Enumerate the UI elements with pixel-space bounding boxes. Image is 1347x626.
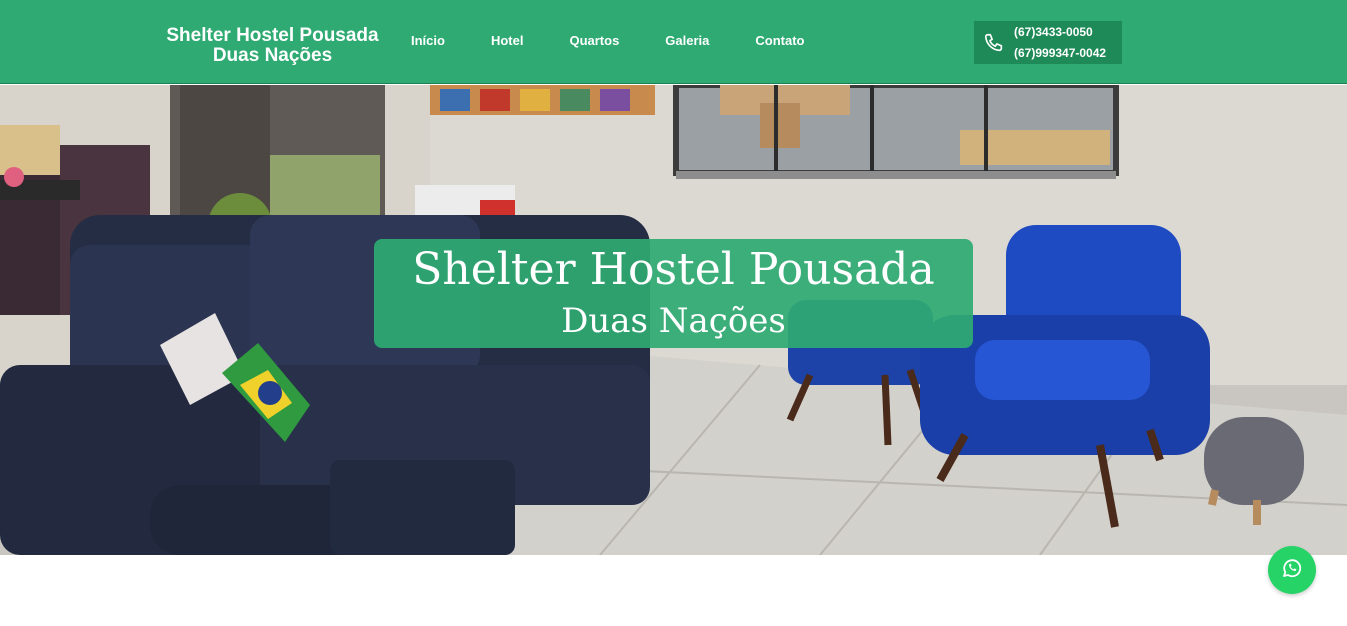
phone-numbers: (67)3433-0050 (67)999347-0042 [1014,22,1106,64]
site-logo-link[interactable]: Shelter Hostel Pousada Duas Nações [160,26,385,66]
brand-line-2: Duas Nações [212,45,333,66]
nav-hotel[interactable]: Hotel [491,33,524,48]
phone-contact-box[interactable]: (67)3433-0050 (67)999347-0042 [974,21,1122,64]
nav-galeria[interactable]: Galeria [665,33,709,48]
page: Shelter Hostel Pousada Duas Nações Iníci… [0,0,1347,626]
brand-line-1: Shelter Hostel Pousada [166,25,379,46]
nav-inicio[interactable]: Início [411,33,445,48]
whatsapp-button[interactable] [1268,546,1316,594]
hero-title: Shelter Hostel Pousada [412,244,935,295]
hero-subtitle: Duas Nações [561,301,786,341]
phone-number-1[interactable]: (67)3433-0050 [1014,22,1106,43]
nav-contato[interactable]: Contato [755,33,804,48]
site-header: Shelter Hostel Pousada Duas Nações Iníci… [0,0,1347,84]
hero-banner: Shelter Hostel Pousada Duas Nações [374,239,973,348]
hero-section: Shelter Hostel Pousada Duas Nações [0,85,1347,555]
phone-icon [974,21,1014,64]
whatsapp-icon [1280,556,1304,585]
nav-quartos[interactable]: Quartos [569,33,619,48]
phone-number-2[interactable]: (67)999347-0042 [1014,43,1106,64]
main-nav: Início Hotel Quartos Galeria Contato [411,33,851,48]
